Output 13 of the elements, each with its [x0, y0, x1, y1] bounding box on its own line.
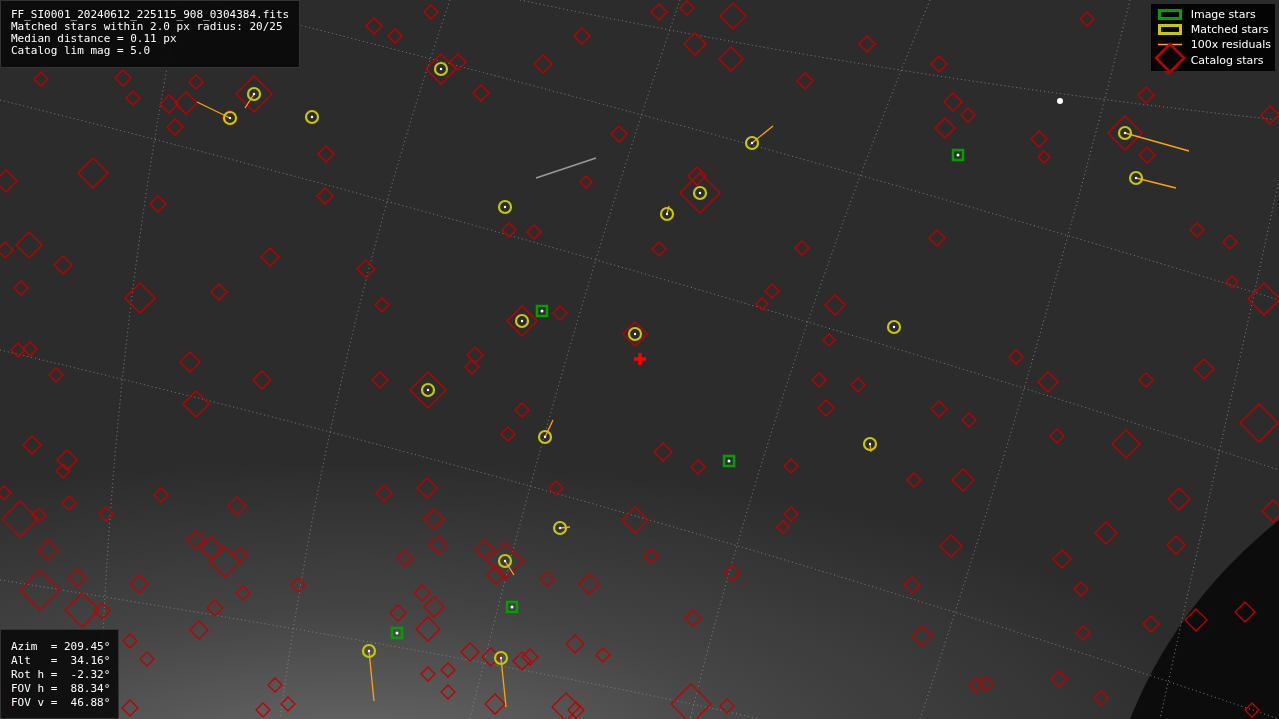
info-text: Catalog lim mag = 5.0 — [11, 45, 152, 57]
info-text: FF_SI0001_20240612_225115_908_0304384.fits — [11, 9, 290, 21]
info-text: Alt = 34.16° — [11, 654, 111, 668]
info-text: Matched stars within 2.0 px radius: 20/25 — [11, 21, 283, 33]
legend-label: Image stars — [1190, 7, 1257, 22]
info-text: FOV v = 46.88° — [11, 696, 111, 710]
info-text: Rot h = -2.32° — [11, 668, 111, 682]
info-text: FOV h = 88.34° — [11, 682, 111, 696]
info-text: Median distance = 0.11 px — [11, 33, 178, 45]
legend-label: Catalog stars — [1190, 52, 1265, 68]
info-text: Azim = 209.45° — [11, 640, 111, 654]
legend-label: 100x residuals — [1190, 37, 1271, 52]
legend-label: Matched stars — [1190, 22, 1270, 37]
